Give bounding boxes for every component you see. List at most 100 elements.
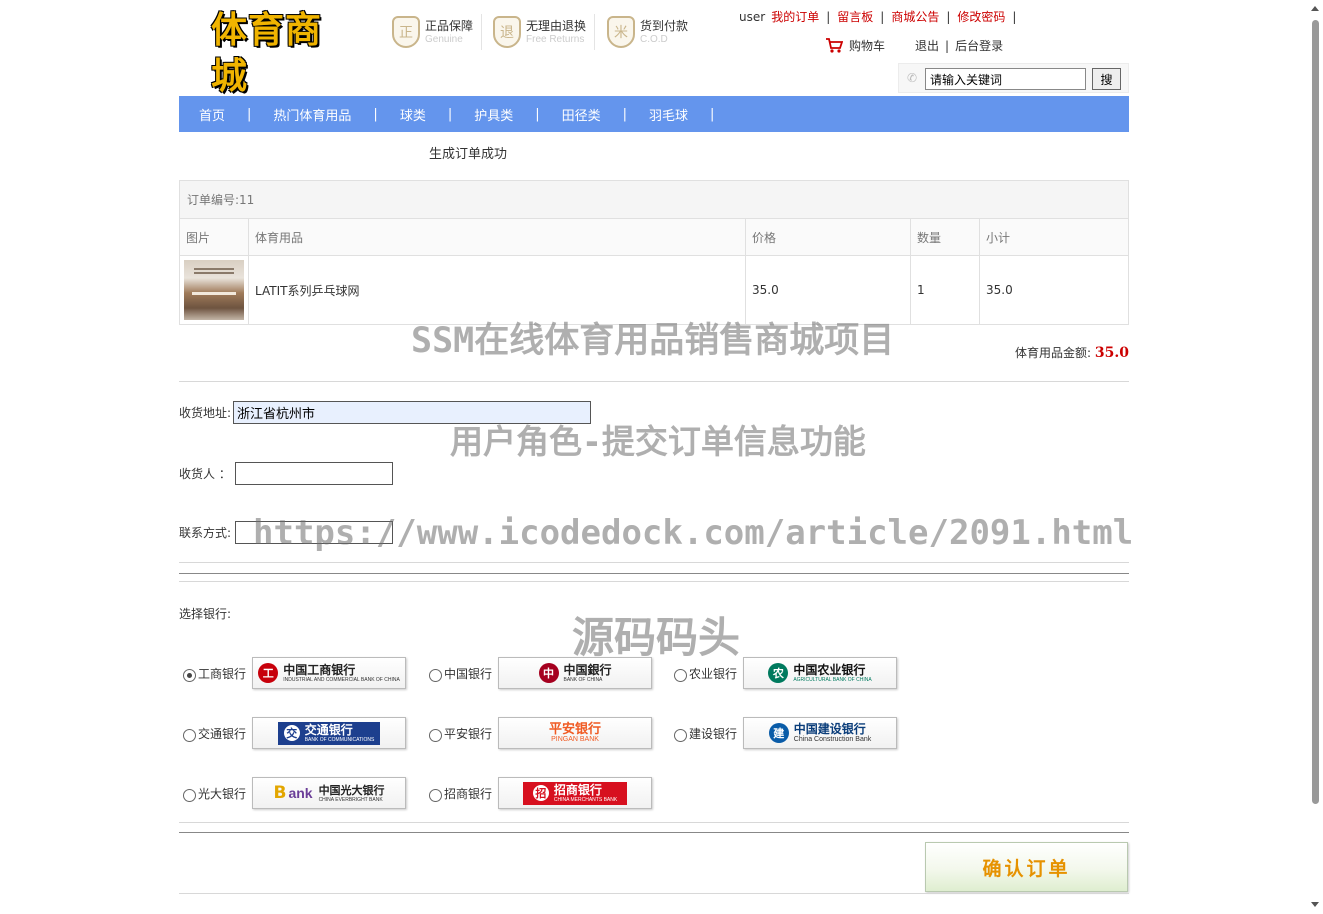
- order-table: 订单编号:11 图片 体育用品 价格 数量 小计 LATIT系列乒乓球网 35.…: [179, 180, 1129, 325]
- bank-option-bocom[interactable]: 交通银行 交 交通银行 BANK OF COMMUNICATIONS: [183, 717, 407, 749]
- search-input[interactable]: [925, 68, 1086, 90]
- divider: [179, 381, 1129, 382]
- col-header: 小计: [986, 230, 1011, 245]
- promise-sub: Free Returns: [526, 34, 585, 45]
- admin-login-link[interactable]: 后台登录: [955, 37, 1003, 54]
- shopping-cart-icon[interactable]: [825, 38, 843, 53]
- bank-radio[interactable]: [674, 728, 687, 742]
- nav-protective-gear[interactable]: 护具类: [474, 105, 513, 124]
- nav-track-field[interactable]: 田径类: [562, 105, 601, 124]
- bank-option-ccb[interactable]: 建设银行 建 中国建设银行 China Construction Bank: [674, 717, 898, 749]
- product-image[interactable]: [184, 260, 244, 320]
- announcement-link[interactable]: 商城公告: [891, 10, 939, 24]
- bank-radio[interactable]: [183, 788, 196, 802]
- promise-sub: C.O.D: [640, 34, 668, 45]
- col-header: 图片: [180, 219, 249, 255]
- cart-line: 购物车 退出 | 后台登录: [825, 37, 1003, 54]
- bank-name: 平安银行: [444, 726, 493, 741]
- ceb-logo[interactable]: B ank 中国光大银行 CHINA EVERBRIGHT BANK: [252, 777, 407, 809]
- divider: [179, 893, 1129, 894]
- contact-label: 联系方式:: [179, 526, 232, 540]
- promise-sub: Genuine: [425, 34, 463, 45]
- bank-radio[interactable]: [183, 668, 196, 682]
- bank-radio[interactable]: [429, 788, 442, 802]
- bank-radio[interactable]: [429, 668, 442, 682]
- product-qty: 1: [911, 256, 980, 324]
- bank-radio[interactable]: [429, 728, 442, 742]
- order-success-message: 生成订单成功: [429, 147, 508, 162]
- watermark-url: https://www.icodedock.com/article/2091.h…: [253, 513, 1134, 553]
- genuine-badge-icon: 正: [392, 16, 420, 48]
- nav-hot-products[interactable]: 热门体育用品: [273, 105, 351, 124]
- divider: [179, 562, 1129, 563]
- pingan-logo[interactable]: 平安银行 PINGAN BANK: [498, 717, 653, 749]
- ceb-logo-icon: B: [273, 783, 287, 803]
- bank-option-cmb[interactable]: 招商银行 招 招商银行 CHINA MERCHANTS BANK: [429, 777, 653, 809]
- scroll-up-icon[interactable]: [1311, 6, 1319, 11]
- bank-option-ceb[interactable]: 光大银行 B ank 中国光大银行 CHINA EVERBRIGHT BANK: [183, 777, 407, 809]
- message-board-link[interactable]: 留言板: [837, 10, 873, 24]
- search-button[interactable]: 搜: [1092, 68, 1121, 90]
- bank-name: 工商银行: [198, 666, 247, 681]
- order-total: 体育用品金额: 35.0: [1015, 344, 1129, 361]
- receiver-field: 收货人 ：: [179, 462, 393, 485]
- bocom-logo-icon: 交: [283, 725, 300, 741]
- bank-radio[interactable]: [183, 728, 196, 742]
- nav-balls[interactable]: 球类: [400, 105, 426, 124]
- logout-link[interactable]: 退出: [915, 37, 939, 54]
- promise-title: 货到付款: [640, 19, 689, 33]
- col-header: 数量: [911, 219, 980, 255]
- phone-icon: ✆: [907, 71, 918, 85]
- change-password-link[interactable]: 修改密码: [957, 10, 1005, 24]
- abc-logo-icon: 农: [768, 663, 789, 683]
- bank-name: 建设银行: [689, 726, 738, 741]
- cart-link[interactable]: 购物车: [849, 37, 885, 54]
- main-nav: 首页 | 热门体育用品 | 球类 | 护具类 | 田径类 | 羽毛球 |: [179, 96, 1129, 132]
- scrollbar-thumb[interactable]: [1312, 20, 1319, 804]
- watermark-brand: 源码码头: [572, 613, 741, 662]
- bank-radio[interactable]: [674, 668, 687, 682]
- confirm-order-button[interactable]: 确认订单: [925, 842, 1128, 892]
- divider: [179, 832, 1129, 833]
- bank-select-label: 选择银行:: [179, 607, 232, 621]
- cmb-logo-icon: 招: [532, 785, 549, 801]
- bank-name: 中国银行: [444, 666, 493, 681]
- icbc-logo[interactable]: 工 中国工商银行 INDUSTRIAL AND COMMERCIAL BANK O…: [252, 657, 407, 689]
- ccb-logo-icon: 建: [768, 723, 789, 743]
- cmb-logo[interactable]: 招 招商银行 CHINA MERCHANTS BANK: [498, 777, 653, 809]
- promise-title: 正品保障: [425, 19, 474, 33]
- order-number: 订单编号:11: [180, 181, 1128, 219]
- bank-name: 农业银行: [689, 666, 738, 681]
- watermark-project: SSM在线体育用品销售商城项目: [411, 321, 895, 361]
- total-amount: 35.0: [1094, 345, 1129, 361]
- divider: [179, 573, 1129, 574]
- watermark-feature: 用户角色-提交订单信息功能: [450, 422, 866, 461]
- scroll-down-icon[interactable]: [1311, 902, 1319, 907]
- col-header: 价格: [746, 219, 911, 255]
- genuine-promise: 正 正品保障 Genuine: [392, 14, 483, 50]
- my-orders-link[interactable]: 我的订单: [771, 10, 819, 24]
- promise-title: 无理由退换: [526, 19, 587, 33]
- divider: [179, 822, 1129, 823]
- receiver-input[interactable]: [234, 462, 393, 485]
- table-header-row: 图片 体育用品 价格 数量 小计: [180, 219, 1128, 256]
- vertical-scrollbar[interactable]: [1306, 0, 1323, 914]
- abc-logo[interactable]: 农 中国农业银行 AGRICULTURAL BANK OF CHINA: [743, 657, 898, 689]
- site-logo[interactable]: 体育商城: [211, 8, 356, 97]
- cod-badge-icon: 米: [607, 16, 635, 48]
- nav-home[interactable]: 首页: [199, 105, 225, 124]
- col-header: 体育用品: [249, 219, 746, 255]
- bank-option-icbc[interactable]: 工商银行 工 中国工商银行 INDUSTRIAL AND COMMERCIAL B…: [183, 657, 407, 689]
- product-subtotal: 35.0: [986, 283, 1013, 297]
- cod-promise: 米 货到付款 C.O.D: [607, 14, 688, 50]
- ccb-logo[interactable]: 建 中国建设银行 China Construction Bank: [743, 717, 898, 749]
- free-returns-badge-icon: 退: [493, 16, 521, 48]
- bocom-logo[interactable]: 交 交通银行 BANK OF COMMUNICATIONS: [252, 717, 407, 749]
- top-links: user 我的订单 | 留言板 | 商城公告 | 修改密码 |: [739, 10, 1017, 24]
- address-label: 收货地址:: [179, 406, 232, 420]
- bank-option-pingan[interactable]: 平安银行 平安银行 PINGAN BANK: [429, 717, 653, 749]
- bank-name: 招商银行: [444, 786, 493, 801]
- free-returns-promise: 退 无理由退换 Free Returns: [493, 14, 596, 50]
- nav-badminton[interactable]: 羽毛球: [649, 105, 688, 124]
- bank-name: 交通银行: [198, 726, 247, 741]
